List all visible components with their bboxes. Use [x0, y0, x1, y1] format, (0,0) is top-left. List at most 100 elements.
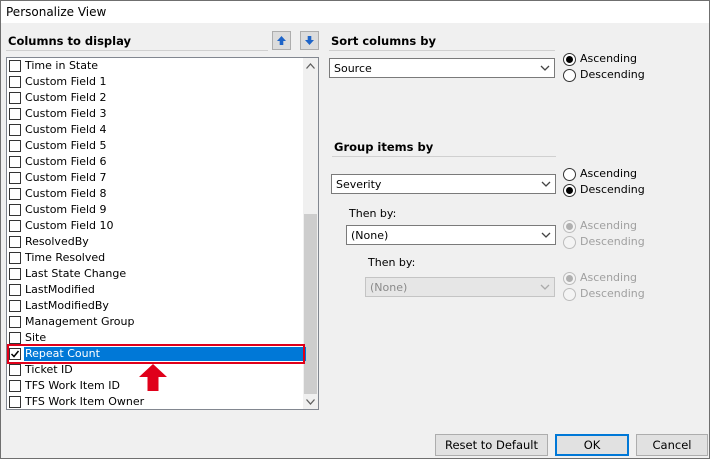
column-label: LastModifiedBy	[25, 299, 109, 312]
column-label: Custom Field 8	[25, 187, 107, 200]
column-checkbox[interactable]	[9, 236, 21, 248]
column-label: Custom Field 9	[25, 203, 107, 216]
then-by-2-select[interactable]: (None)	[365, 277, 555, 297]
column-list-item[interactable]: Custom Field 2	[7, 90, 305, 106]
column-checkbox[interactable]	[9, 188, 21, 200]
column-checkbox[interactable]	[9, 92, 21, 104]
column-checkbox[interactable]	[9, 172, 21, 184]
then-1-ascending-radio[interactable]	[563, 220, 576, 233]
red-highlight-box	[7, 344, 305, 364]
cancel-button[interactable]: Cancel	[636, 434, 708, 456]
column-checkbox[interactable]	[9, 268, 21, 280]
group-ascending-radio[interactable]	[563, 168, 576, 181]
column-checkbox[interactable]	[9, 76, 21, 88]
column-list-item[interactable]: TFS Work Item Owner	[7, 394, 305, 409]
dialog-title: Personalize View	[6, 5, 107, 19]
column-label: Custom Field 5	[25, 139, 107, 152]
then-1-descending-radio[interactable]	[563, 236, 576, 249]
sort-descending-radio[interactable]	[563, 69, 576, 82]
ok-button[interactable]: OK	[555, 434, 629, 456]
group-descending-radio[interactable]	[563, 184, 576, 197]
column-label: Custom Field 6	[25, 155, 107, 168]
column-list-item[interactable]: Custom Field 8	[7, 186, 305, 202]
column-checkbox[interactable]	[9, 380, 21, 392]
scroll-thumb[interactable]	[304, 214, 317, 394]
column-list-item[interactable]: Management Group	[7, 314, 305, 330]
title-bar: Personalize View	[1, 1, 709, 23]
then-1-ascending-label: Ascending	[580, 219, 638, 232]
chevron-down-icon	[540, 65, 550, 71]
column-label: Custom Field 1	[25, 75, 107, 88]
chevron-down-icon	[541, 232, 551, 238]
column-label: TFS Work Item ID	[25, 379, 120, 392]
column-checkbox[interactable]	[9, 332, 21, 344]
column-list-item[interactable]: LastModifiedBy	[7, 298, 305, 314]
column-list-item[interactable]: ResolvedBy	[7, 234, 305, 250]
column-label: TFS Work Item Owner	[25, 395, 145, 408]
column-list-item[interactable]: Custom Field 5	[7, 138, 305, 154]
column-list-item[interactable]: Last State Change	[7, 266, 305, 282]
then-1-descending-label: Descending	[580, 235, 645, 248]
sort-column-select[interactable]: Source	[329, 58, 555, 78]
group-column-select[interactable]: Severity	[331, 174, 556, 194]
column-list-item[interactable]: Custom Field 6	[7, 154, 305, 170]
column-list-item[interactable]: Time in State	[7, 58, 305, 74]
column-list-item[interactable]: Custom Field 3	[7, 106, 305, 122]
move-up-button[interactable]	[272, 31, 291, 50]
column-list-item[interactable]: Time Resolved	[7, 250, 305, 266]
chevron-down-icon	[540, 284, 550, 290]
then-2-ascending-label: Ascending	[580, 271, 638, 284]
scroll-up-arrow[interactable]	[303, 58, 318, 73]
then-2-ascending-radio[interactable]	[563, 272, 576, 285]
then-by-2-label: Then by:	[368, 256, 416, 269]
chevron-up-icon	[306, 62, 315, 69]
column-checkbox[interactable]	[9, 300, 21, 312]
column-checkbox[interactable]	[9, 140, 21, 152]
column-list-item[interactable]: LastModified	[7, 282, 305, 298]
sort-ascending-radio[interactable]	[563, 53, 576, 66]
sort-divider	[329, 50, 555, 51]
move-down-button[interactable]	[300, 31, 319, 50]
column-checkbox[interactable]	[9, 156, 21, 168]
column-label: Custom Field 2	[25, 91, 107, 104]
column-list-item[interactable]: Custom Field 9	[7, 202, 305, 218]
sort-ascending-label: Ascending	[580, 52, 638, 65]
column-label: Custom Field 4	[25, 123, 107, 136]
group-header: Group items by	[334, 140, 434, 154]
sort-header: Sort columns by	[331, 34, 436, 48]
column-list-item[interactable]: Custom Field 10	[7, 218, 305, 234]
group-descending-label: Descending	[580, 183, 645, 196]
group-ascending-label: Ascending	[580, 167, 638, 180]
column-list-item[interactable]: Custom Field 1	[7, 74, 305, 90]
column-label: Time in State	[25, 59, 99, 72]
column-checkbox[interactable]	[9, 252, 21, 264]
then-2-descending-radio[interactable]	[563, 288, 576, 301]
column-checkbox[interactable]	[9, 220, 21, 232]
then-by-2-value: (None)	[370, 281, 408, 294]
scroll-down-arrow[interactable]	[303, 394, 318, 409]
column-label: Time Resolved	[25, 251, 106, 264]
column-label: Last State Change	[25, 267, 127, 280]
then-by-1-label: Then by:	[349, 207, 397, 220]
column-label: Custom Field 3	[25, 107, 107, 120]
column-checkbox[interactable]	[9, 364, 21, 376]
then-by-1-value: (None)	[351, 229, 389, 242]
columns-list[interactable]: Time in State Custom Field 1 Custom Field …	[6, 57, 319, 410]
column-list-item[interactable]: Custom Field 4	[7, 122, 305, 138]
column-list-item[interactable]: Custom Field 7	[7, 170, 305, 186]
column-checkbox[interactable]	[9, 60, 21, 72]
then-by-1-select[interactable]: (None)	[346, 225, 556, 245]
column-checkbox[interactable]	[9, 284, 21, 296]
chevron-down-icon	[306, 398, 315, 405]
column-label: Management Group	[25, 315, 135, 328]
red-up-arrow-icon	[139, 364, 167, 391]
reset-to-default-button[interactable]: Reset to Default	[435, 434, 548, 456]
arrow-up-icon	[277, 36, 286, 45]
column-checkbox[interactable]	[9, 204, 21, 216]
column-checkbox[interactable]	[9, 316, 21, 328]
column-checkbox[interactable]	[9, 108, 21, 120]
column-label: Ticket ID	[25, 363, 73, 376]
column-label: LastModified	[25, 283, 95, 296]
column-checkbox[interactable]	[9, 396, 21, 408]
column-checkbox[interactable]	[9, 124, 21, 136]
